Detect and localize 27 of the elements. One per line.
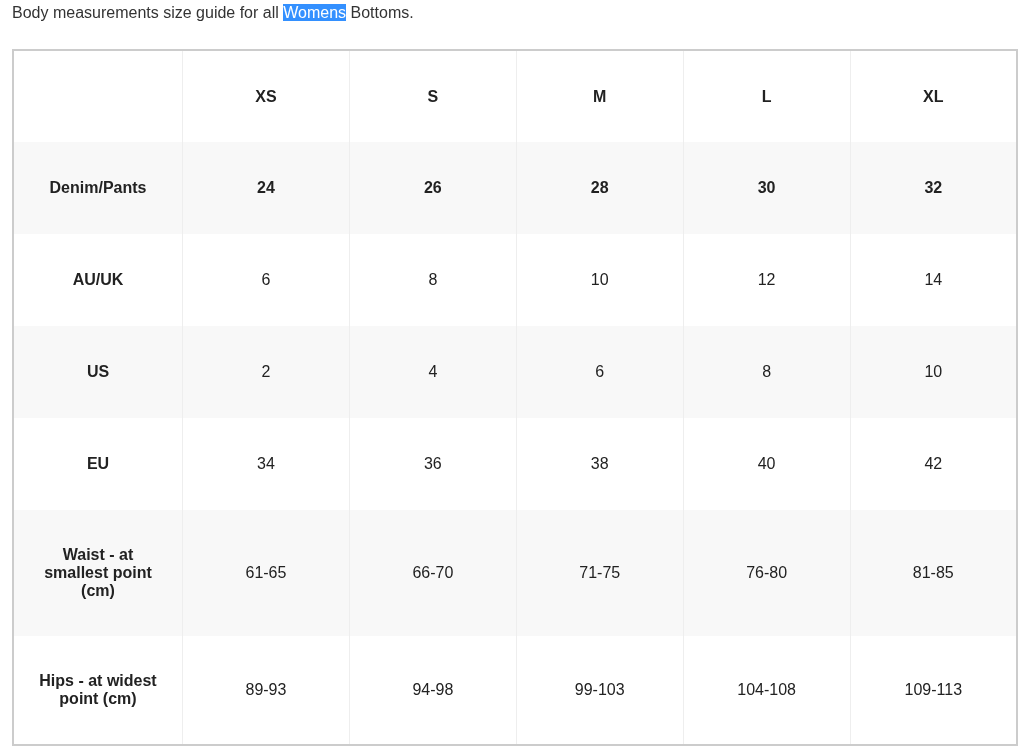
table-cell: 89-93	[182, 636, 350, 745]
table-cell: 8	[683, 326, 851, 418]
table-cell: 24	[182, 142, 350, 234]
row-header: Denim/Pants	[13, 142, 183, 234]
table-cell: 32	[850, 142, 1017, 234]
row-header: EU	[13, 418, 183, 510]
table-cell: 6	[516, 326, 684, 418]
table-cell: 109-113	[850, 636, 1017, 745]
table-cell: 28	[516, 142, 684, 234]
table-cell: 94-98	[349, 636, 517, 745]
row-header: Waist - at smallest point (cm)	[13, 510, 183, 636]
table-cell: 10	[850, 326, 1017, 418]
table-cell: 71-75	[516, 510, 684, 636]
table-cell: 4	[349, 326, 517, 418]
table-cell: 2	[182, 326, 350, 418]
table-cell: 81-85	[850, 510, 1017, 636]
row-header: Hips - at widest point (cm)	[13, 636, 183, 745]
table-cell: 76-80	[683, 510, 851, 636]
table-cell: 30	[683, 142, 851, 234]
table-cell: 104-108	[683, 636, 851, 745]
table-cell: 99-103	[516, 636, 684, 745]
table-cell: 26	[349, 142, 517, 234]
row-header: AU/UK	[13, 234, 183, 326]
table-cell: 66-70	[349, 510, 517, 636]
intro-text: Body measurements size guide for all Womens Bottoms.	[12, 3, 415, 23]
row-header: US	[13, 326, 183, 418]
table-cell: 61-65	[182, 510, 350, 636]
